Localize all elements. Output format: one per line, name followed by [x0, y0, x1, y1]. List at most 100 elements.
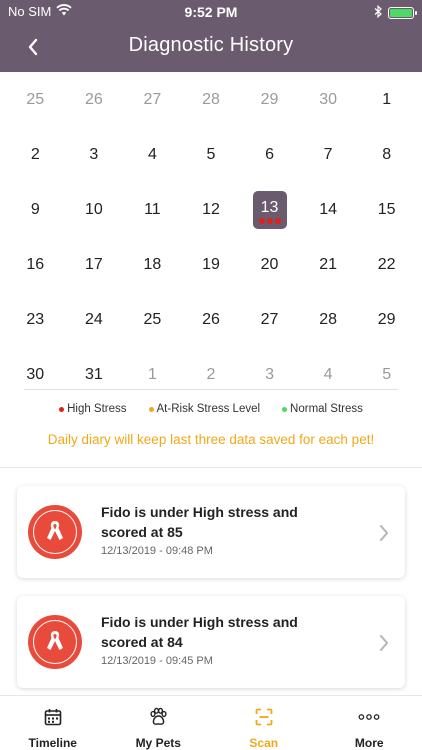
calendar-day-number: 18: [144, 256, 162, 274]
calendar-day[interactable]: 5: [182, 127, 241, 182]
calendar-day-number: 29: [378, 311, 396, 329]
calendar-day[interactable]: 21: [299, 237, 358, 292]
calendar-day-number: 27: [144, 91, 162, 109]
calendar-day-label: 30: [26, 365, 45, 383]
calendar-day[interactable]: 26: [182, 292, 241, 347]
calendar-day-number: 23: [26, 311, 44, 329]
calendar-day-number: 2: [31, 146, 40, 164]
calendar-day-label: 21: [319, 255, 337, 273]
section-divider: [0, 467, 422, 468]
calendar-day[interactable]: 31: [65, 347, 124, 402]
calendar-day[interactable]: 18: [123, 237, 182, 292]
calendar-day-number: 1: [382, 91, 391, 109]
calendar-day[interactable]: 23: [6, 292, 65, 347]
calendar-day[interactable]: 1: [357, 72, 416, 127]
calendar-day-label: 1: [147, 365, 157, 383]
calendar-day[interactable]: 24: [65, 292, 124, 347]
nav-bar: Diagnostic History: [0, 28, 422, 66]
record-card-2[interactable]: Fido is under High stress and scored at …: [17, 596, 405, 688]
calendar-day-number: 12: [202, 201, 220, 219]
calendar-day-number: 11: [144, 201, 161, 219]
calendar-day-number: 28: [319, 311, 337, 329]
calendar-day[interactable]: 2: [182, 347, 241, 402]
record-timestamp: 12/13/2019 - 09:48 PM: [101, 545, 213, 557]
calendar-day-number: 9: [31, 201, 40, 219]
page-title: Diagnostic History: [128, 34, 294, 56]
tab-timeline[interactable]: Timeline: [0, 696, 106, 750]
calendar-day-number: 21: [319, 256, 337, 274]
calendar-day[interactable]: 3: [240, 347, 299, 402]
calendar-day[interactable]: 14: [299, 182, 358, 237]
calendar-day[interactable]: 12: [182, 182, 241, 237]
calendar-day-number: 4: [148, 146, 157, 164]
tab-more[interactable]: More: [317, 696, 422, 750]
calendar-day[interactable]: 30: [299, 72, 358, 127]
calendar-day-number: 19: [202, 256, 220, 274]
legend-normal-label: Normal Stress: [290, 403, 363, 415]
calendar-day[interactable]: 2: [6, 127, 65, 182]
status-time: 9:52 PM: [184, 4, 238, 20]
calendar-day-label: 5: [382, 365, 392, 383]
calendar-day-number: 5: [382, 366, 391, 384]
calendar-day[interactable]: 27: [123, 72, 182, 127]
calendar-day-label: 10: [84, 200, 103, 218]
calendar-day-label: 31: [84, 365, 103, 383]
calendar-week-row: 30 31 1 2 3 4 5: [6, 347, 416, 402]
calendar-day[interactable]: 6: [240, 127, 299, 182]
calendar-day-selected[interactable]: 13: [240, 182, 299, 237]
record-card-1[interactable]: Fido is under High stress and scored at …: [17, 486, 405, 578]
stress-dots: [253, 217, 287, 224]
calendar-day-label: 8: [382, 145, 392, 163]
calendar-day[interactable]: 11: [123, 182, 182, 237]
chevron-right-icon: [380, 525, 388, 541]
calendar-day[interactable]: 29: [240, 72, 299, 127]
calendar-day[interactable]: 26: [65, 72, 124, 127]
calendar-day-label: 29: [377, 310, 396, 328]
calendar-day-number: 26: [202, 311, 220, 329]
calendar-day-label: 26: [202, 310, 220, 328]
record-title: Fido is under High stress and scored at …: [101, 504, 298, 540]
calendar-day-label: 22: [377, 255, 396, 273]
calendar-day[interactable]: 17: [65, 237, 124, 292]
bluetooth-icon: [374, 4, 382, 21]
calendar-day-label: 23: [26, 310, 45, 328]
calendar-day[interactable]: 15: [357, 182, 416, 237]
calendar-day[interactable]: 28: [182, 72, 241, 127]
calendar-day-label: 4: [147, 145, 157, 163]
legend-at-risk: At-Risk Stress Level: [148, 403, 260, 415]
calendar-day-label: 17: [84, 255, 103, 273]
calendar-day-label: 13: [260, 198, 279, 216]
calendar-day[interactable]: 28: [299, 292, 358, 347]
calendar-day[interactable]: 25: [6, 72, 65, 127]
calendar-day[interactable]: 8: [357, 127, 416, 182]
calendar-day[interactable]: 1: [123, 347, 182, 402]
calendar-day[interactable]: 16: [6, 237, 65, 292]
calendar-day[interactable]: 25: [123, 292, 182, 347]
record-icon-badge: [28, 505, 82, 559]
calendar-day-label: 3: [89, 145, 99, 163]
calendar-day[interactable]: 5: [357, 347, 416, 402]
calendar-week-row: 16 17 18 19 20 21 22: [6, 237, 416, 292]
calendar-day-number: 20: [261, 256, 279, 274]
calendar-day[interactable]: 29: [357, 292, 416, 347]
calendar-day[interactable]: 30: [6, 347, 65, 402]
calendar-day-number: 22: [378, 256, 396, 274]
calendar-day-number: 5: [207, 146, 216, 164]
calendar-day[interactable]: 4: [299, 347, 358, 402]
calendar-day[interactable]: 7: [299, 127, 358, 182]
calendar-day-number: 6: [265, 146, 274, 164]
status-right: [374, 4, 417, 21]
tab-my-pets[interactable]: My Pets: [106, 696, 212, 750]
tab-scan[interactable]: Scan: [211, 696, 317, 750]
calendar-day-label: 11: [144, 200, 161, 218]
calendar-day[interactable]: 10: [65, 182, 124, 237]
status-bar: No SIM 9:52 PM: [0, 0, 422, 24]
calendar-day[interactable]: 20: [240, 237, 299, 292]
stress-legend: High Stress At-Risk Stress Level Normal …: [0, 403, 422, 415]
calendar-day[interactable]: 19: [182, 237, 241, 292]
calendar-day[interactable]: 4: [123, 127, 182, 182]
calendar-day[interactable]: 27: [240, 292, 299, 347]
calendar-day[interactable]: 9: [6, 182, 65, 237]
calendar-day[interactable]: 22: [357, 237, 416, 292]
calendar-day[interactable]: 3: [65, 127, 124, 182]
